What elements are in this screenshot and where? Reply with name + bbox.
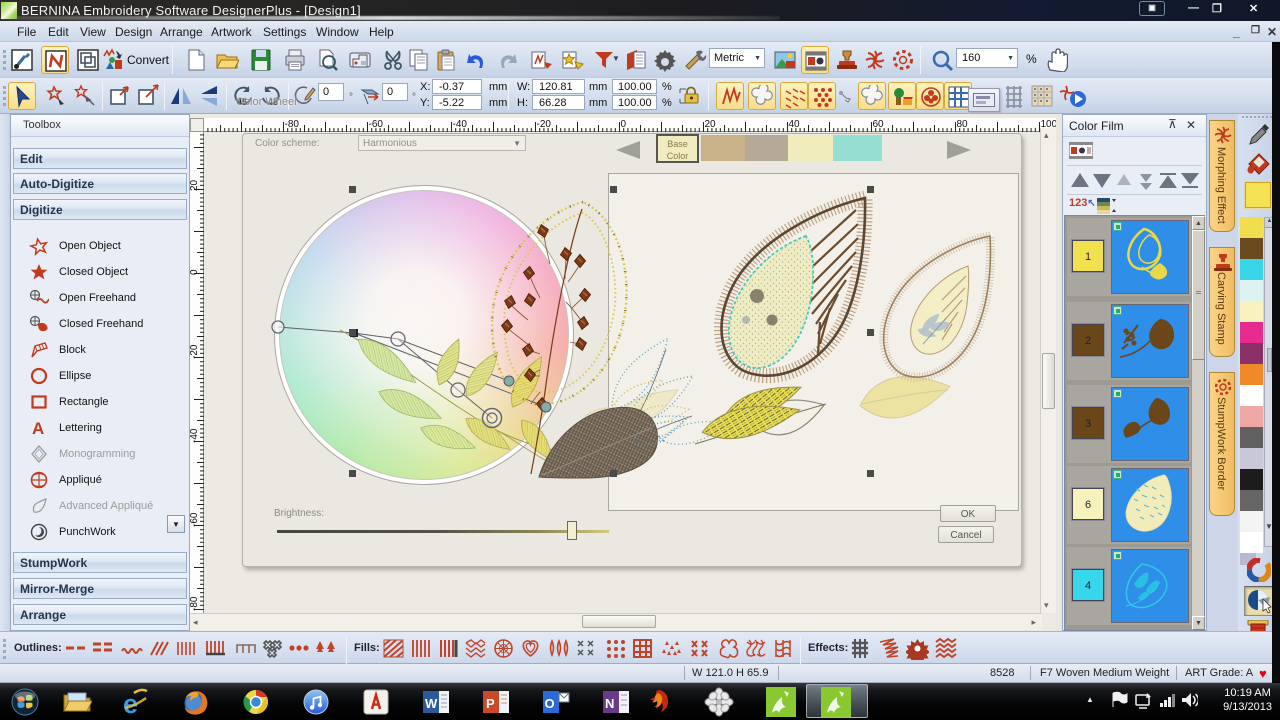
svg-text:A: A [32,419,44,438]
svg-text:W: W [425,696,438,711]
svg-text:N: N [605,696,614,711]
svg-text:O: O [545,696,555,711]
svg-text:P: P [486,696,495,711]
